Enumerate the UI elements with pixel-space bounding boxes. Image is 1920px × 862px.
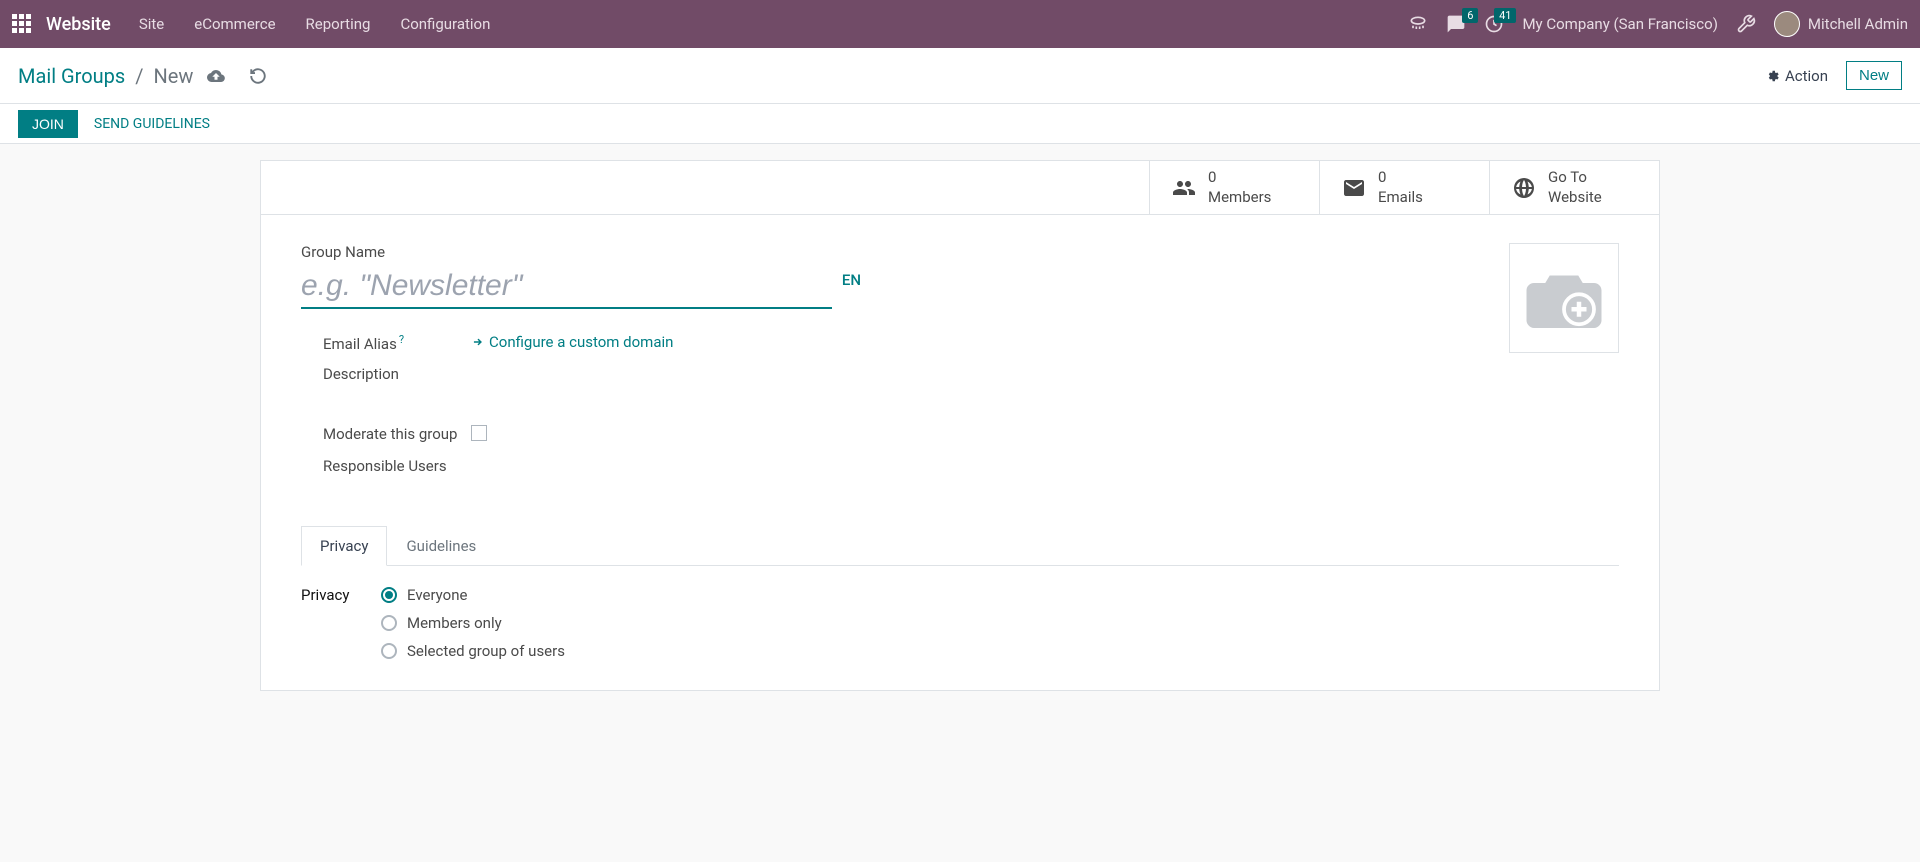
image-upload[interactable] <box>1509 243 1619 353</box>
apps-icon[interactable] <box>12 14 32 34</box>
privacy-label: Privacy <box>301 586 361 604</box>
radio-selected-group[interactable]: Selected group of users <box>381 642 565 660</box>
menu-site[interactable]: Site <box>139 15 164 33</box>
email-alias-label: Email Alias? <box>301 333 471 353</box>
avatar <box>1774 11 1800 37</box>
stat-members[interactable]: 0 Members <box>1149 161 1319 214</box>
tab-privacy[interactable]: Privacy <box>301 526 387 566</box>
save-cloud-icon[interactable] <box>207 67 225 85</box>
camera-plus-icon <box>1525 268 1603 328</box>
envelope-icon <box>1342 176 1366 200</box>
moderate-label: Moderate this group <box>301 425 471 443</box>
emails-count: 0 <box>1378 168 1423 188</box>
help-icon[interactable]: ? <box>399 333 404 346</box>
radio-members-only[interactable]: Members only <box>381 614 565 632</box>
tray-icon[interactable] <box>1408 14 1428 34</box>
members-count: 0 <box>1208 168 1271 188</box>
tab-content-privacy: Privacy Everyone Members only Selected g… <box>261 566 1659 690</box>
tab-guidelines[interactable]: Guidelines <box>387 526 495 566</box>
debug-icon[interactable] <box>1736 14 1756 34</box>
new-button[interactable]: New <box>1846 61 1902 90</box>
app-brand[interactable]: Website <box>46 14 111 35</box>
form-sheet: 0 Members 0 Emails Go To Web <box>260 160 1660 691</box>
moderate-checkbox[interactable] <box>471 425 487 441</box>
menu-configuration[interactable]: Configuration <box>400 15 490 33</box>
activities-icon[interactable]: 41 <box>1484 14 1504 34</box>
globe-icon <box>1512 176 1536 200</box>
messages-icon[interactable]: 6 <box>1446 14 1466 34</box>
translate-button[interactable]: EN <box>842 271 861 289</box>
stat-goto-website[interactable]: Go To Website <box>1489 161 1659 214</box>
group-name-input[interactable] <box>301 265 832 309</box>
radio-icon <box>381 615 397 631</box>
goto-line2: Website <box>1548 188 1602 208</box>
main-menu: Site eCommerce Reporting Configuration <box>139 15 491 33</box>
user-menu[interactable]: Mitchell Admin <box>1774 11 1908 37</box>
menu-ecommerce[interactable]: eCommerce <box>194 15 275 33</box>
activities-badge: 41 <box>1494 8 1516 23</box>
join-button[interactable]: JOIN <box>18 110 78 138</box>
tabs: Privacy Guidelines <box>301 526 1619 566</box>
emails-label: Emails <box>1378 188 1423 208</box>
responsible-label: Responsible Users <box>301 457 471 475</box>
radio-icon <box>381 643 397 659</box>
goto-line1: Go To <box>1548 168 1602 188</box>
discard-icon[interactable] <box>249 67 267 85</box>
breadcrumb-current: New <box>153 64 193 88</box>
configure-domain-link[interactable]: Configure a custom domain <box>471 333 673 351</box>
group-name-label: Group Name <box>301 243 1619 261</box>
messages-badge: 6 <box>1462 8 1478 23</box>
gear-icon <box>1765 69 1779 83</box>
send-guidelines-button[interactable]: SEND GUIDELINES <box>94 116 210 132</box>
radio-icon <box>381 587 397 603</box>
arrow-right-icon <box>471 335 485 349</box>
stat-buttons: 0 Members 0 Emails Go To Web <box>261 161 1659 215</box>
description-label: Description <box>301 365 471 383</box>
breadcrumb-root[interactable]: Mail Groups <box>18 64 125 88</box>
members-label: Members <box>1208 188 1271 208</box>
members-icon <box>1172 176 1196 200</box>
company-selector[interactable]: My Company (San Francisco) <box>1522 15 1717 33</box>
user-name: Mitchell Admin <box>1808 15 1908 33</box>
breadcrumb-sep: / <box>135 64 143 88</box>
top-nav: Website Site eCommerce Reporting Configu… <box>0 0 1920 48</box>
status-toolbar: JOIN SEND GUIDELINES <box>0 104 1920 144</box>
action-dropdown[interactable]: Action <box>1765 67 1828 85</box>
stat-emails[interactable]: 0 Emails <box>1319 161 1489 214</box>
menu-reporting[interactable]: Reporting <box>306 15 371 33</box>
breadcrumb-bar: Mail Groups / New Action New <box>0 48 1920 104</box>
radio-everyone[interactable]: Everyone <box>381 586 565 604</box>
